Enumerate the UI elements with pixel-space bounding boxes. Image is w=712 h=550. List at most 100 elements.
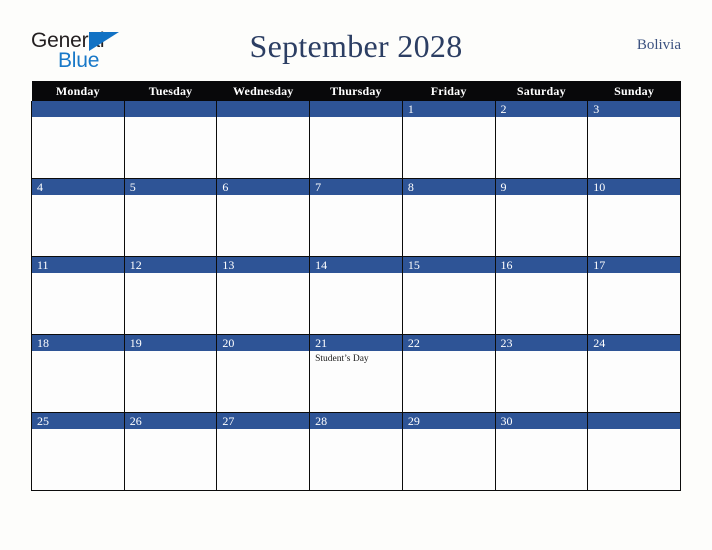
day-cell-inner: 14: [310, 257, 402, 334]
day-events: [32, 117, 124, 119]
day-events: [217, 195, 309, 197]
calendar-day-cell[interactable]: 9: [494, 178, 589, 257]
weekday-header-saturday: Saturday: [495, 81, 588, 101]
weekday-header-monday: Monday: [31, 81, 125, 101]
day-events: [217, 351, 309, 353]
weekday-header-wednesday: Wednesday: [216, 81, 310, 101]
calendar-day-cell[interactable]: 25: [31, 412, 125, 491]
day-number: 18: [32, 335, 124, 351]
calendar-day-cell[interactable]: 17: [587, 256, 681, 335]
country-label: Bolivia: [636, 37, 681, 53]
weekday-header-thursday: Thursday: [309, 81, 403, 101]
day-cell-inner: 13: [217, 257, 310, 334]
day-number-empty: [310, 101, 402, 117]
calendar-day-cell[interactable]: 19: [123, 334, 218, 413]
calendar-day-cell[interactable]: 12: [123, 256, 218, 335]
calendar-day-cell[interactable]: 22: [401, 334, 496, 413]
day-number: 24: [588, 335, 680, 351]
day-cell-inner: 2: [495, 101, 588, 178]
day-number-empty: [124, 101, 217, 117]
day-cell-inner: 29: [402, 413, 495, 490]
day-cell-inner: [310, 101, 402, 178]
day-number: 26: [124, 413, 217, 429]
calendar-day-cell[interactable]: 29: [401, 412, 496, 491]
calendar-day-cell[interactable]: 11: [31, 256, 125, 335]
day-cell-inner: 12: [124, 257, 217, 334]
calendar-day-cell[interactable]: [31, 101, 125, 179]
calendar-day-cell[interactable]: 13: [216, 256, 311, 335]
day-number: 4: [32, 179, 124, 195]
calendar-week-row: 11 12 13 14 15 16 17: [31, 256, 681, 335]
calendar-day-cell[interactable]: 16: [494, 256, 589, 335]
day-cell-inner: 15: [402, 257, 495, 334]
calendar-day-cell[interactable]: 24: [587, 334, 681, 413]
calendar-day-cell[interactable]: 10: [587, 178, 681, 257]
day-events: [310, 195, 402, 197]
calendar-day-cell[interactable]: 27: [216, 412, 311, 491]
day-events: [403, 273, 495, 275]
day-events: [496, 429, 588, 431]
day-events: [125, 429, 217, 431]
day-number: 3: [588, 101, 680, 117]
calendar-day-cell[interactable]: 6: [216, 178, 311, 257]
day-cell-inner: 1: [402, 101, 495, 178]
day-cell-inner: 3: [588, 101, 680, 178]
day-number: 13: [217, 257, 310, 273]
calendar-day-cell[interactable]: 21 Student’s Day: [309, 334, 403, 413]
day-events: [32, 429, 124, 431]
calendar-day-cell[interactable]: 7: [309, 178, 403, 257]
calendar-day-cell[interactable]: [216, 101, 311, 179]
day-cell-inner: 10: [588, 179, 680, 256]
day-cell-inner: 26: [124, 413, 217, 490]
calendar-day-cell[interactable]: 26: [123, 412, 218, 491]
day-cell-inner: [217, 101, 310, 178]
calendar-day-cell[interactable]: 14: [309, 256, 403, 335]
calendar-week-row: 18 19 20 21 Student’s Day 22 23 24: [31, 334, 681, 413]
calendar-day-cell[interactable]: [587, 412, 681, 491]
day-number: 1: [402, 101, 495, 117]
day-number-empty: [588, 413, 680, 429]
calendar-day-cell[interactable]: 2: [494, 101, 589, 179]
day-events: [310, 429, 402, 431]
day-number-empty: [217, 101, 310, 117]
calendar-page: General Blue September 2028 Bolivia Mond…: [0, 0, 712, 550]
day-cell-inner: 19: [124, 335, 217, 412]
day-cell-inner: 24: [588, 335, 680, 412]
day-events: [403, 429, 495, 431]
day-number: 25: [32, 413, 124, 429]
day-events: [403, 351, 495, 353]
day-number: 28: [310, 413, 402, 429]
day-cell-inner: 18: [32, 335, 124, 412]
calendar-day-cell[interactable]: 1: [401, 101, 496, 179]
day-events: [32, 273, 124, 275]
day-cell-inner: 27: [217, 413, 310, 490]
day-events: [32, 351, 124, 353]
day-events: [496, 351, 588, 353]
calendar-day-cell[interactable]: 20: [216, 334, 311, 413]
day-events: [217, 429, 309, 431]
day-cell-inner: 25: [32, 413, 124, 490]
day-number: 11: [32, 257, 124, 273]
day-number: 17: [588, 257, 680, 273]
calendar-day-cell[interactable]: 18: [31, 334, 125, 413]
day-cell-inner: [124, 101, 217, 178]
calendar-day-cell[interactable]: 30: [494, 412, 589, 491]
day-events: [125, 195, 217, 197]
day-events: [403, 117, 495, 119]
day-events: [496, 273, 588, 275]
calendar-day-cell[interactable]: 8: [401, 178, 496, 257]
calendar-day-cell[interactable]: [309, 101, 403, 179]
day-events: [588, 117, 680, 119]
calendar-day-cell[interactable]: 5: [123, 178, 218, 257]
calendar-day-cell[interactable]: [123, 101, 218, 179]
day-events: [496, 117, 588, 119]
calendar-day-cell[interactable]: 23: [494, 334, 589, 413]
day-events: [32, 195, 124, 197]
calendar-day-cell[interactable]: 15: [401, 256, 496, 335]
calendar-day-cell[interactable]: 28: [309, 412, 403, 491]
calendar-day-cell[interactable]: 3: [587, 101, 681, 179]
page-header: General Blue September 2028 Bolivia: [31, 24, 681, 76]
calendar-week-row: 123: [31, 101, 681, 179]
calendar-day-cell[interactable]: 4: [31, 178, 125, 257]
day-cell-inner: 23: [495, 335, 588, 412]
